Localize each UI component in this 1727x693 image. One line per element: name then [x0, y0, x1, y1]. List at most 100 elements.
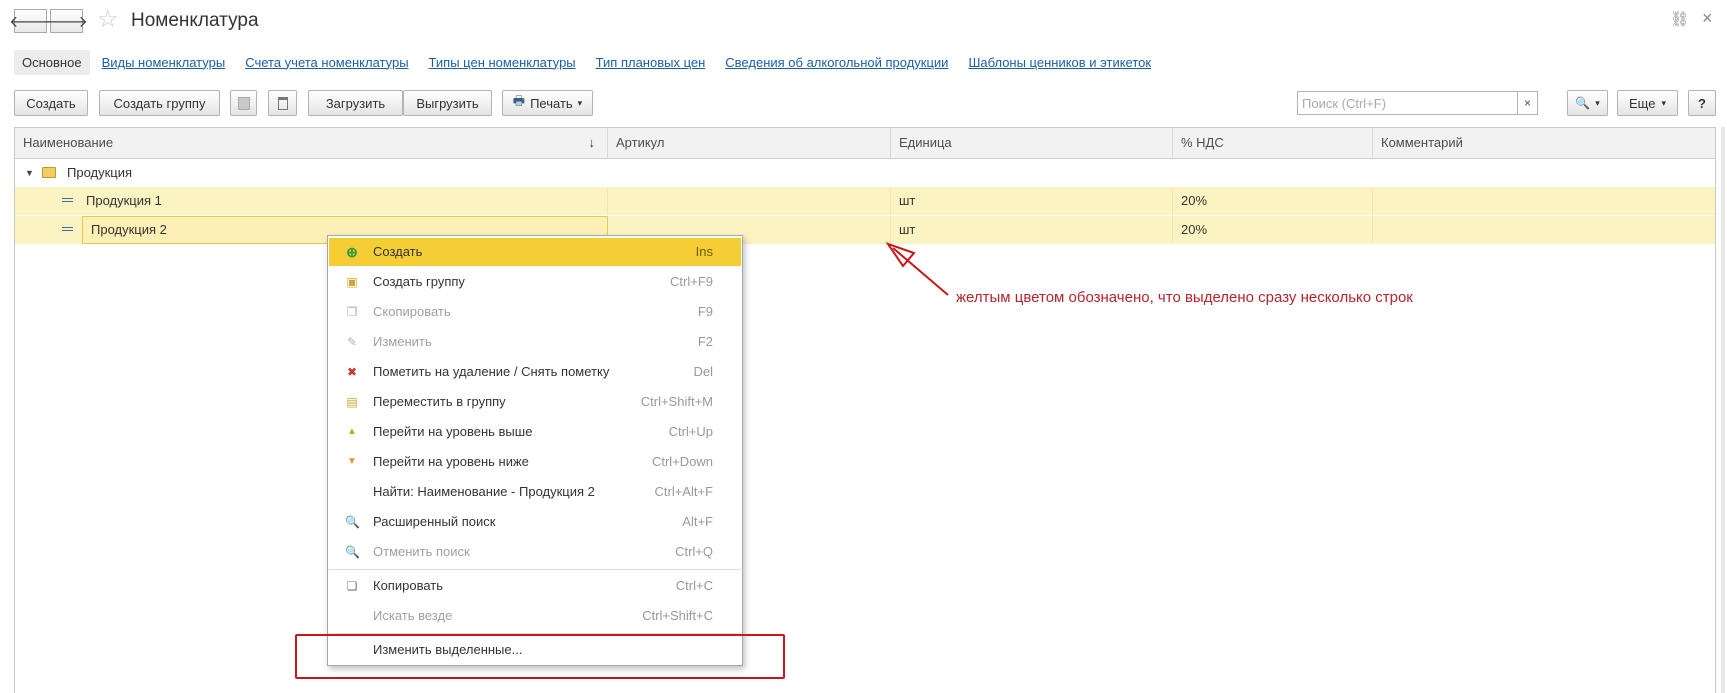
vertical-scrollbar[interactable]	[1721, 127, 1725, 693]
copy-icon: ❏	[346, 579, 358, 593]
unload-button[interactable]: Выгрузить	[403, 90, 492, 116]
menu-item-shortcut: F9	[697, 304, 713, 319]
menu-item-find-by-name[interactable]: Найти: Наименование - Продукция 2 Ctrl+A…	[329, 478, 741, 506]
menu-separator	[329, 569, 741, 570]
menu-item-shortcut: Ctrl+F9	[670, 274, 713, 289]
search-input[interactable]	[1298, 92, 1516, 114]
tab-nomenclature-types[interactable]: Виды номенклатуры	[94, 50, 234, 75]
tab-alcohol-info[interactable]: Сведения об алкогольной продукции	[717, 50, 956, 75]
search-icon: 🔍	[345, 515, 360, 529]
highlight-box	[295, 634, 785, 679]
print-label: Печать	[530, 95, 573, 111]
group-row[interactable]: ▼ Продукция	[15, 159, 1715, 187]
plus-circle-icon: ⊕	[346, 244, 358, 260]
cell-unit: шт	[891, 216, 1173, 244]
menu-item-shortcut: Ctrl+C	[675, 578, 713, 593]
create-button[interactable]: Создать	[14, 90, 88, 116]
favorite-star-icon[interactable]: ☆	[97, 8, 119, 32]
search-clear-button[interactable]: ×	[1517, 92, 1537, 114]
tab-label-templates[interactable]: Шаблоны ценников и этикеток	[960, 50, 1159, 75]
folder-icon	[42, 167, 56, 178]
menu-item-shortcut: Ctrl+Q	[675, 544, 713, 559]
menu-item-label: Найти: Наименование - Продукция 2	[373, 484, 595, 499]
create-group-button[interactable]: Создать группу	[99, 90, 220, 116]
column-header-article[interactable]: Артикул	[608, 128, 891, 158]
level-up-icon: ▲	[347, 426, 357, 437]
menu-item-label: Пометить на удаление / Снять пометку	[373, 364, 610, 379]
copy-item-icon	[237, 96, 250, 110]
cell-vat: 20%	[1173, 216, 1373, 244]
tab-main[interactable]: Основное	[14, 49, 90, 75]
menu-item-copy[interactable]: ❏ Копировать Ctrl+C	[329, 572, 741, 600]
load-button[interactable]: Загрузить	[308, 90, 403, 116]
annotation-text: желтым цветом обозначено, что выделено с…	[956, 289, 1413, 306]
menu-item-label: Создать группу	[373, 274, 465, 289]
close-icon[interactable]: ×	[1702, 8, 1713, 29]
menu-item-edit: ✎ Изменить F2	[329, 328, 741, 356]
tab-price-types[interactable]: Типы цен номенклатуры	[421, 50, 584, 75]
menu-item-mark-delete[interactable]: ✖ Пометить на удаление / Снять пометку D…	[329, 358, 741, 386]
add-folder-icon: ▣	[346, 275, 358, 289]
column-header-comment[interactable]: Комментарий	[1373, 128, 1715, 158]
cell-name: Продукция 1	[78, 187, 608, 215]
search-options-button[interactable]: 🔍 ▾	[1567, 90, 1608, 116]
menu-item-create-group[interactable]: ▣ Создать группу Ctrl+F9	[329, 268, 741, 296]
menu-item-label: Скопировать	[373, 304, 451, 319]
tab-planned-price-type[interactable]: Тип плановых цен	[588, 50, 714, 75]
menu-item-label: Создать	[373, 244, 423, 259]
menu-item-shortcut: Ctrl+Alt+F	[654, 484, 713, 499]
table-row[interactable]: Продукция 1 шт 20%	[15, 187, 1715, 215]
menu-item-advanced-search[interactable]: 🔍 Расширенный поиск Alt+F	[329, 508, 741, 536]
table-header: Наименование ↓ Артикул Единица % НДС Ком…	[15, 128, 1715, 159]
chevron-down-icon: ▾	[577, 97, 583, 108]
tab-accounts[interactable]: Счета учета номенклатуры	[237, 50, 416, 75]
list-icon	[277, 96, 288, 110]
menu-item-create[interactable]: ⊕ Создать Ins	[329, 238, 741, 266]
cell-article	[608, 187, 891, 215]
menu-item-level-down[interactable]: ▼ Перейти на уровень ниже Ctrl+Down	[329, 448, 741, 476]
menu-item-level-up[interactable]: ▲ Перейти на уровень выше Ctrl+Up	[329, 418, 741, 446]
page-title: Номенклатура	[131, 10, 259, 31]
nomenclature-table: Наименование ↓ Артикул Единица % НДС Ком…	[14, 127, 1716, 693]
column-header-name[interactable]: Наименование ↓	[15, 128, 608, 158]
menu-item-move-to-group[interactable]: ▤ Переместить в группу Ctrl+Shift+M	[329, 388, 741, 416]
column-header-vat[interactable]: % НДС	[1173, 128, 1373, 158]
menu-item-copy-item: ❐ Скопировать F9	[329, 298, 741, 326]
menu-item-label: Перейти на уровень выше	[373, 424, 533, 439]
menu-item-shortcut: Ctrl+Shift+C	[642, 608, 713, 623]
level-down-icon: ▼	[347, 456, 357, 467]
print-button[interactable]: 🖶 Печать ▾	[502, 90, 593, 116]
search-icon: 🔍	[1575, 96, 1591, 110]
sort-down-icon: ↓	[588, 135, 596, 150]
section-tabs: Основное Виды номенклатуры Счета учета н…	[14, 48, 1163, 76]
forward-button[interactable]: 🡒	[45, 9, 88, 33]
column-header-unit[interactable]: Единица	[891, 128, 1173, 158]
search-field: ×	[1297, 91, 1538, 115]
menu-item-shortcut: F2	[697, 334, 713, 349]
menu-item-search-everywhere: Искать везде Ctrl+Shift+C	[329, 602, 741, 630]
menu-item-label: Перейти на уровень ниже	[373, 454, 529, 469]
menu-item-label: Расширенный поиск	[373, 514, 496, 529]
arrow-right-icon: 🡒	[45, 13, 88, 31]
menu-item-shortcut: Alt+F	[682, 514, 713, 529]
more-button[interactable]: Еще ▾	[1617, 90, 1678, 116]
back-button[interactable]: 🡐	[9, 9, 52, 33]
expand-triangle-icon[interactable]: ▼	[25, 168, 34, 178]
menu-item-label: Переместить в группу	[373, 394, 506, 409]
menu-item-shortcut: Ctrl+Up	[668, 424, 713, 439]
menu-item-label: Копировать	[373, 578, 443, 593]
pencil-icon: ✎	[346, 335, 358, 349]
cell-vat: 20%	[1173, 187, 1373, 215]
menu-item-label: Отменить поиск	[373, 544, 470, 559]
copy-item-button[interactable]	[230, 90, 257, 116]
menu-item-shortcut: Ins	[695, 244, 713, 259]
more-label: Еще	[1629, 95, 1656, 111]
cell-comment	[1373, 187, 1715, 215]
link-icon[interactable]: ⛓	[1670, 10, 1689, 28]
chevron-down-icon: ▾	[1595, 97, 1600, 108]
list-settings-button[interactable]	[268, 90, 297, 116]
table-row[interactable]: Продукция 2 шт 20%	[15, 216, 1715, 244]
cell-unit: шт	[891, 187, 1173, 215]
context-menu: ⊕ Создать Ins ▣ Создать группу Ctrl+F9 ❐…	[327, 235, 743, 666]
help-button[interactable]: ?	[1688, 90, 1716, 116]
